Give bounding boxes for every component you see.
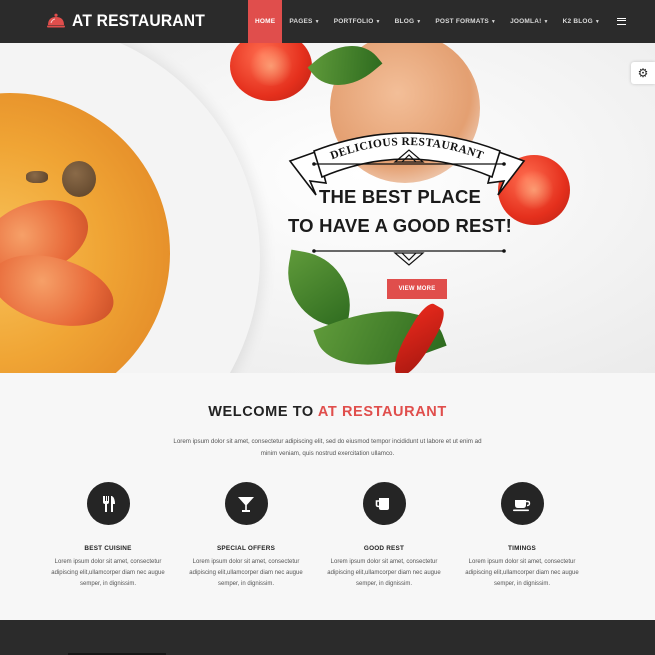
feature-best-cuisine: BEST CUISINE Lorem ipsum dolor sit amet,…: [44, 482, 172, 590]
feature-text: Lorem ipsum dolor sit amet, consectetur …: [189, 559, 303, 587]
hamburger-icon: [617, 18, 627, 25]
nav-item-home[interactable]: HOME: [248, 0, 283, 43]
welcome-title-accent: AT RESTAURANT: [317, 404, 447, 420]
cocktail-icon: [238, 496, 254, 512]
feature-icon-circle: [500, 482, 544, 525]
chevron-down-icon: ▼: [594, 18, 601, 25]
site-header: AT RESTAURANT HOME PAGES ▼ PORTFOLIO ▼ BLO…: [0, 0, 655, 43]
feature-icon-circle: [362, 482, 406, 525]
gear-icon: ⚙: [637, 66, 649, 80]
nav-item-pages[interactable]: PAGES ▼: [282, 0, 326, 43]
chevron-down-icon: ▼: [314, 18, 320, 25]
brand-name: AT RESTAURANT: [72, 11, 206, 30]
feature-good-rest: GOOD REST Lorem ipsum dolor sit amet, co…: [320, 482, 448, 590]
main-nav: HOME PAGES ▼ PORTFOLIO ▼ BLOG ▼ POST FORMAT…: [248, 0, 636, 43]
welcome-title-prefix: WELCOME TO: [208, 404, 314, 420]
hero-headline-line2: TO HAVE A GOOD REST!: [288, 215, 512, 236]
feature-text: Lorem ipsum dolor sit amet, consectetur …: [465, 559, 579, 587]
hero-headline-line1: THE BEST PLACE: [318, 186, 482, 207]
welcome-title: WELCOME TO AT RESTAURANT: [0, 404, 655, 420]
coffee-icon: [513, 499, 531, 511]
hero-slider: DELICIOUS RESTAURANT THE BEST PLACE TO H…: [0, 43, 655, 373]
feature-title: SPECIAL OFFERS: [216, 545, 276, 552]
settings-button[interactable]: ⚙: [631, 62, 655, 84]
nav-item-joomla[interactable]: JOOMLA! ▼: [503, 0, 556, 43]
nav-item-label: JOOMLA!: [510, 18, 542, 25]
mushroom-image: [26, 171, 48, 183]
chevron-down-icon: ▼: [375, 18, 381, 25]
menu-toggle-button[interactable]: [607, 0, 636, 43]
nav-item-label: BLOG: [394, 18, 415, 25]
nav-item-label: HOME: [255, 18, 276, 25]
nav-item-label: POST FORMATS: [435, 18, 489, 25]
chevron-down-icon: ▼: [416, 18, 422, 25]
nav-item-k2-blog[interactable]: K2 BLOG ▼: [556, 0, 607, 43]
feature-text: Lorem ipsum dolor sit amet, consectetur …: [327, 559, 441, 587]
cutlery-icon: [103, 495, 115, 512]
welcome-section: WELCOME TO AT RESTAURANT Lorem ipsum dol…: [0, 373, 655, 620]
nav-item-label: PORTFOLIO: [333, 18, 374, 25]
chevron-down-icon: ▼: [490, 18, 497, 25]
view-more-button[interactable]: VIEW MORE: [387, 279, 447, 299]
nav-item-label: PAGES: [289, 18, 313, 25]
site-logo[interactable]: AT RESTAURANT: [46, 10, 217, 32]
chevron-down-icon: ▼: [543, 18, 549, 25]
feature-icon-circle: [224, 482, 268, 525]
cloche-icon: [46, 11, 66, 31]
feature-title: GOOD REST: [363, 545, 405, 552]
ornament-divider: [312, 149, 506, 166]
feature-timings: TIMINGS Lorem ipsum dolor sit amet, cons…: [458, 482, 586, 590]
next-section: [0, 620, 655, 655]
welcome-description: Lorem ipsum dolor sit amet, consectetur …: [173, 438, 482, 457]
feature-title: TIMINGS: [507, 545, 537, 552]
feature-special-offers: SPECIAL OFFERS Lorem ipsum dolor sit ame…: [182, 482, 310, 590]
tomato-image: [230, 43, 312, 101]
cup-icon: [375, 497, 389, 510]
feature-title: BEST CUISINE: [84, 545, 132, 552]
nav-item-label: K2 BLOG: [562, 18, 593, 25]
ornament-divider: [312, 249, 506, 266]
nav-item-portfolio[interactable]: PORTFOLIO ▼: [327, 0, 388, 43]
feature-text: Lorem ipsum dolor sit amet, consectetur …: [51, 559, 165, 587]
mushroom-image: [62, 161, 96, 197]
feature-icon-circle: [86, 482, 130, 525]
nav-item-blog[interactable]: BLOG ▼: [388, 0, 429, 43]
nav-item-post-formats[interactable]: POST FORMATS ▼: [428, 0, 503, 43]
